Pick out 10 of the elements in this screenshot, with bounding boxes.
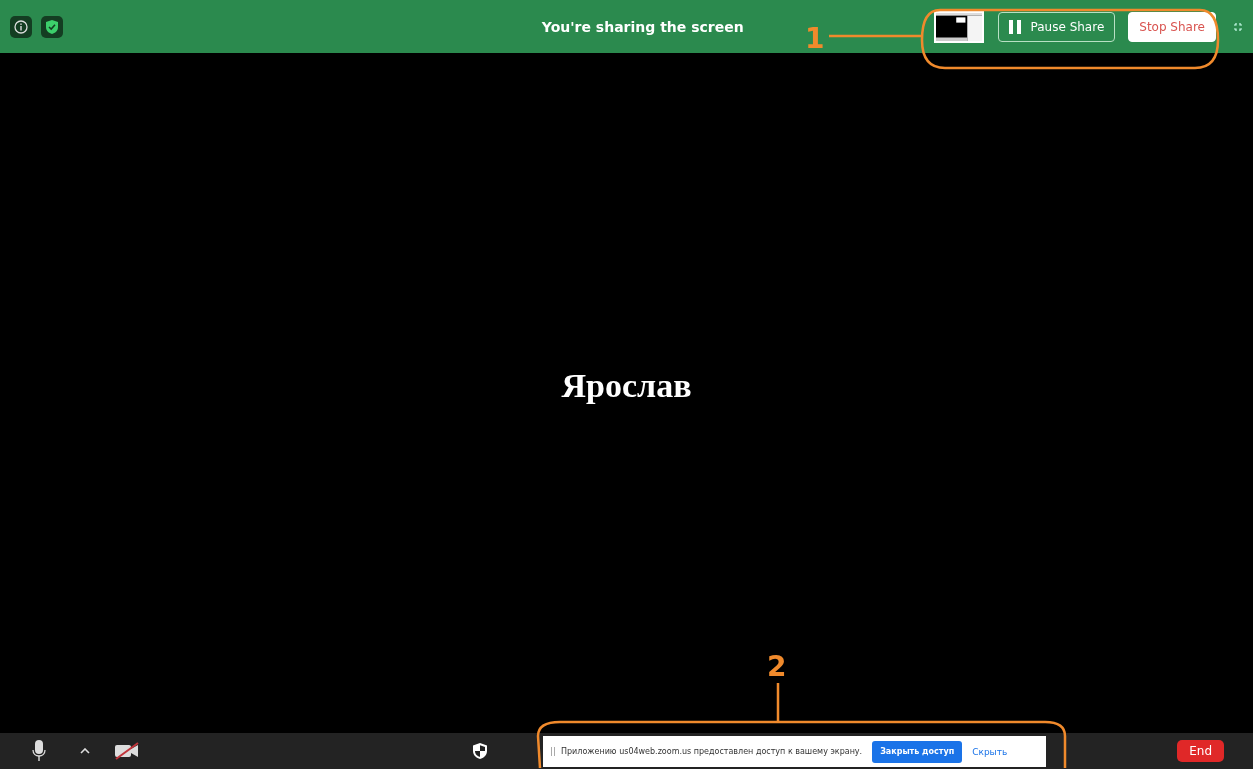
pause-share-button[interactable]: Pause Share bbox=[997, 11, 1116, 42]
stop-share-button[interactable]: Stop Share bbox=[1128, 11, 1216, 42]
end-button[interactable]: End bbox=[1177, 740, 1224, 762]
stop-access-button[interactable]: Закрыть доступ bbox=[872, 740, 963, 763]
annotation-number: 1 bbox=[805, 22, 825, 55]
hide-link[interactable]: Скрыть bbox=[972, 746, 1008, 757]
screen-access-message: Приложению us04web.zoom.us предоставлен доступ к вашему экрану. bbox=[561, 747, 863, 756]
sharing-status-title: You're sharing the screen bbox=[540, 18, 745, 35]
annotation-number: 2 bbox=[767, 650, 787, 683]
participant-name: Ярослав bbox=[561, 366, 692, 405]
